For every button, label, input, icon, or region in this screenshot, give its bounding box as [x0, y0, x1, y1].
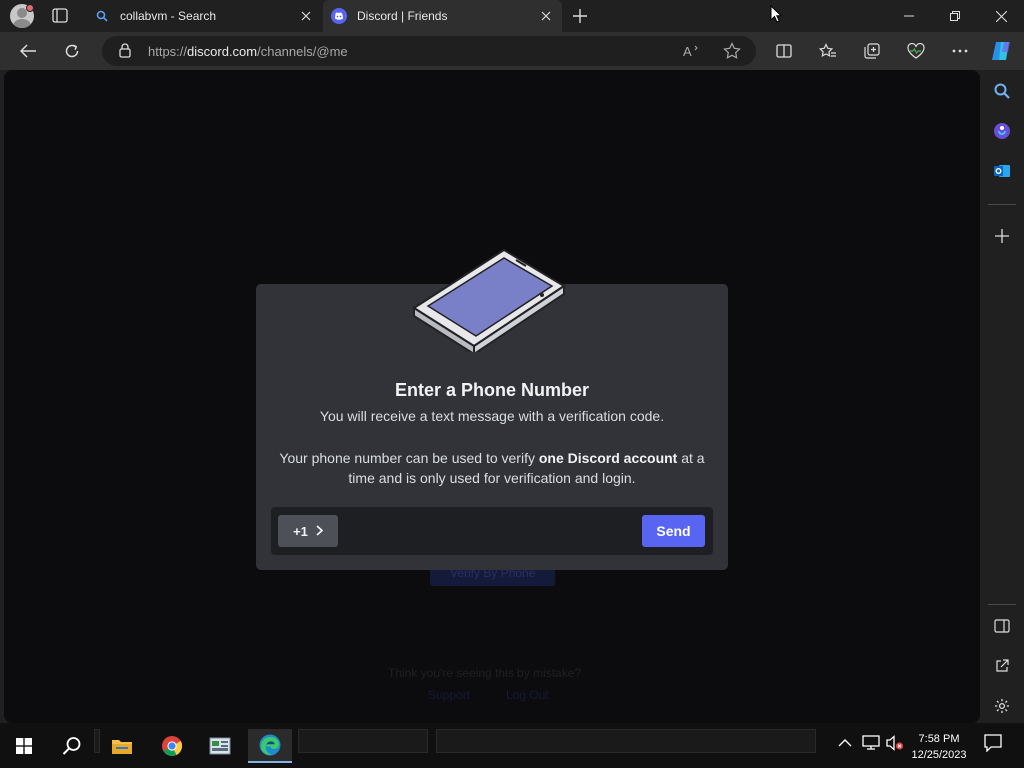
- favorite-star-icon[interactable]: [720, 39, 744, 63]
- modal-subtitle: You will receive a text message with a v…: [319, 408, 665, 424]
- split-screen-icon[interactable]: [770, 37, 798, 65]
- volume-muted-icon[interactable]: [886, 735, 904, 756]
- navigation-bar: https://discord.com/channels/@me A: [0, 32, 1024, 70]
- address-bar[interactable]: https://discord.com/channels/@me A: [102, 36, 756, 66]
- svg-text:A: A: [683, 44, 692, 58]
- hide-sidebar-icon[interactable]: [990, 614, 1014, 638]
- system-clock[interactable]: 7:58 PM 12/25/2023: [904, 731, 974, 763]
- phone-number-modal: Enter a Phone Number You will receive a …: [256, 248, 728, 570]
- clock-time: 7:58 PM: [918, 733, 960, 745]
- taskbar-segment: [436, 729, 816, 753]
- close-window-button[interactable]: [978, 0, 1024, 32]
- show-hidden-icons-chevron-up-icon[interactable]: [838, 735, 852, 753]
- add-sidebar-app-icon[interactable]: [990, 224, 1014, 248]
- send-button[interactable]: Send: [642, 515, 705, 547]
- log-out-link: Log Out: [506, 688, 549, 702]
- phone-number-input[interactable]: [345, 515, 635, 547]
- sidebar-settings-icon[interactable]: [990, 694, 1014, 718]
- notifications-icon[interactable]: [984, 734, 1002, 757]
- collections-icon[interactable]: [858, 37, 886, 65]
- discord-icon: [331, 8, 347, 24]
- country-code-value: +1: [293, 523, 308, 539]
- taskbar-segment: [298, 729, 428, 753]
- close-tab-icon[interactable]: [536, 6, 556, 26]
- start-button[interactable]: [6, 729, 42, 763]
- browser-essentials-icon[interactable]: [902, 37, 930, 65]
- tab-actions-icon[interactable]: [52, 8, 68, 23]
- minimize-button[interactable]: [886, 0, 932, 32]
- close-tab-icon[interactable]: [296, 6, 316, 26]
- mistake-text: Think you're seeing this by mistake?: [388, 666, 582, 680]
- country-code-selector[interactable]: +1: [278, 515, 338, 547]
- tab-title: collabvm - Search: [120, 9, 217, 23]
- edge-sidebar: [980, 70, 1024, 723]
- edge-icon[interactable]: [248, 729, 292, 763]
- phone-input-row: +1 Send: [271, 507, 713, 555]
- more-menu-icon[interactable]: [946, 37, 974, 65]
- mouse-cursor-icon: [770, 4, 783, 28]
- page-content: Verify By Phone Think you're seeing this…: [4, 70, 980, 723]
- tab-title: Discord | Friends: [357, 9, 448, 23]
- clock-date: 12/25/2023: [911, 749, 967, 761]
- taskbar-segment: [94, 729, 100, 753]
- phone-illustration: [408, 248, 568, 357]
- sidebar-divider: [988, 604, 1016, 605]
- refresh-button[interactable]: [58, 37, 86, 65]
- file-explorer-icon[interactable]: [104, 729, 140, 763]
- new-tab-button[interactable]: [568, 4, 592, 28]
- modal-title: Enter a Phone Number: [394, 380, 590, 400]
- modal-note-emphasis: one Discord account: [538, 450, 678, 466]
- tab-collabvm-search[interactable]: collabvm - Search: [86, 0, 322, 32]
- network-icon[interactable]: [862, 735, 880, 756]
- copilot-icon[interactable]: [988, 37, 1016, 65]
- chevron-right-icon: [316, 524, 324, 539]
- outlook-icon[interactable]: [990, 159, 1014, 183]
- back-button[interactable]: [14, 37, 42, 65]
- profile-notification-badge: [26, 4, 34, 12]
- support-link: Support: [428, 688, 471, 702]
- chrome-icon[interactable]: [154, 729, 190, 763]
- tab-bar: collabvm - Search Discord | Friends: [0, 0, 1024, 32]
- read-aloud-icon[interactable]: A: [680, 39, 704, 63]
- copilot-sidebar-icon[interactable]: [990, 119, 1014, 143]
- tab-discord-friends[interactable]: Discord | Friends: [323, 0, 562, 32]
- restore-button[interactable]: [932, 0, 978, 32]
- control-panel-icon[interactable]: [202, 729, 238, 763]
- lock-icon[interactable]: [119, 43, 131, 63]
- search-icon[interactable]: [54, 729, 90, 763]
- favorites-icon[interactable]: [814, 37, 842, 65]
- search-icon[interactable]: [990, 79, 1014, 103]
- search-icon: [94, 8, 110, 24]
- external-link-icon[interactable]: [990, 654, 1014, 678]
- url-text: https://discord.com/channels/@me: [148, 44, 348, 59]
- sidebar-divider: [988, 204, 1016, 205]
- windows-taskbar: 7:58 PM 12/25/2023: [0, 723, 1024, 768]
- modal-note: Your phone number can be used to verify …: [279, 450, 705, 486]
